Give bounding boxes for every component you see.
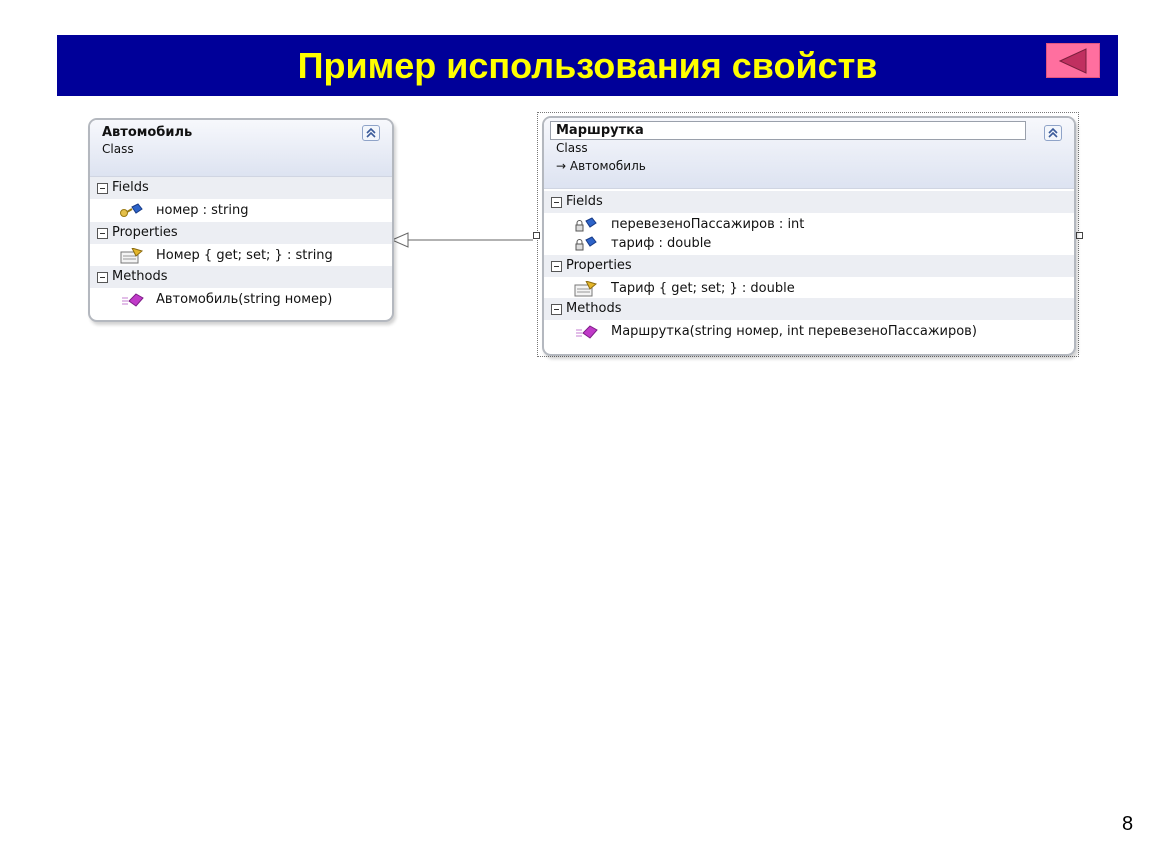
section-properties[interactable]: Properties [544,255,1074,277]
section-label: Fields [566,194,603,209]
connector-handle-left[interactable] [533,232,540,239]
method-icon [122,293,144,307]
base-class-name: Автомобиль [569,159,646,173]
section-label: Methods [112,269,168,284]
section-label: Properties [566,258,632,273]
property-item[interactable]: Номер { get; set; } : string [90,245,392,267]
collapse-button[interactable] [1044,125,1062,141]
field-item[interactable]: тариф : double [544,233,1074,255]
collapse-minus-icon[interactable] [551,197,562,208]
method-text: Автомобиль(string номер) [156,292,333,307]
class-header[interactable]: Маршрутка Class → Автомобиль [544,118,1074,189]
field-item[interactable]: номер : string [90,200,392,222]
page-number: 8 [1122,813,1134,835]
collapse-minus-icon[interactable] [97,183,108,194]
key-field-icon [120,203,143,217]
inheritance-arrowhead [390,232,409,248]
property-icon [120,248,144,264]
protected-field-icon [575,217,597,232]
method-item[interactable]: Маршрутка(string номер, int перевезеноПа… [544,321,1074,343]
collapse-button[interactable] [362,125,380,141]
class-box-avtomobil[interactable]: Автомобиль Class Fields номер : string P… [88,118,394,322]
method-text: Маршрутка(string номер, int перевезеноПа… [611,324,977,339]
class-kind: Class [556,141,588,155]
collapse-minus-icon[interactable] [551,261,562,272]
class-name[interactable]: Маршрутка [556,123,644,138]
field-text: перевезеноПассажиров : int [611,217,805,232]
double-chevron-up-icon [366,127,376,138]
property-item[interactable]: Тариф { get; set; } : double [544,278,1074,300]
collapse-minus-icon[interactable] [97,228,108,239]
collapse-minus-icon[interactable] [551,304,562,315]
protected-field-icon [575,236,597,251]
section-label: Fields [112,180,149,195]
section-label: Properties [112,225,178,240]
section-fields[interactable]: Fields [544,191,1074,213]
class-box-marshrutka[interactable]: Маршрутка Class → Автомобиль Fields пере… [542,116,1076,356]
method-item[interactable]: Автомобиль(string номер) [90,289,392,311]
base-class: → Автомобиль [556,159,646,173]
field-text: номер : string [156,203,249,218]
section-properties[interactable]: Properties [90,222,392,244]
connector-handle-right[interactable] [1076,232,1083,239]
double-chevron-up-icon [1048,127,1058,138]
inherits-arrow-icon: → [556,159,567,173]
property-text: Номер { get; set; } : string [156,248,333,263]
collapse-minus-icon[interactable] [97,272,108,283]
property-icon [574,281,598,297]
section-methods[interactable]: Methods [544,298,1074,320]
section-fields[interactable]: Fields [90,177,392,199]
class-header[interactable]: Автомобиль Class [90,120,392,177]
class-name: Автомобиль [102,125,193,140]
method-icon [576,325,598,339]
property-text: Тариф { get; set; } : double [611,281,795,296]
field-text: тариф : double [611,236,712,251]
section-label: Methods [566,301,622,316]
class-kind: Class [102,142,134,156]
section-methods[interactable]: Methods [90,266,392,288]
